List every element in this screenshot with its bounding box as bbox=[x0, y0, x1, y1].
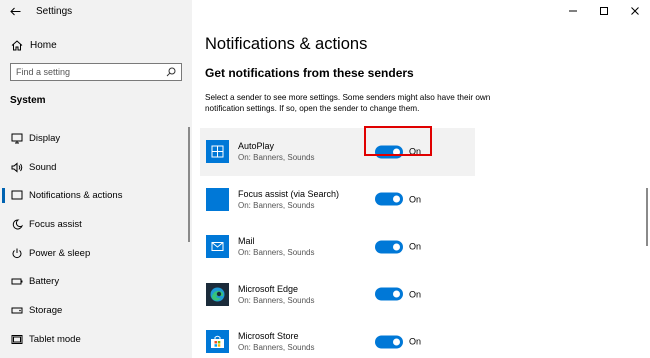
sender-status: On: Banners, Sounds bbox=[238, 343, 315, 353]
sender-name: Microsoft Store bbox=[238, 331, 299, 342]
toggle-knob bbox=[393, 243, 400, 251]
battery-icon bbox=[10, 276, 24, 287]
toggle-knob bbox=[393, 290, 400, 298]
toggle-switch[interactable]: On bbox=[375, 192, 422, 206]
tablet-icon bbox=[10, 334, 24, 345]
sidebar-item-tablet-mode[interactable]: Tablet mode bbox=[0, 325, 192, 354]
sender-status: On: Banners, Sounds bbox=[238, 295, 315, 305]
sidebar-item-battery[interactable]: Battery bbox=[0, 267, 192, 296]
page-title: Notifications & actions bbox=[205, 35, 368, 53]
sidebar-item-notifications[interactable]: Notifications & actions bbox=[0, 181, 192, 210]
search-icon bbox=[166, 67, 176, 77]
sidebar-item-label: Notifications & actions bbox=[29, 190, 123, 202]
sidebar-item-sound[interactable]: Sound bbox=[0, 153, 192, 182]
sidebar-item-focus-assist[interactable]: Focus assist bbox=[0, 210, 192, 239]
sender-name: Microsoft Edge bbox=[238, 283, 299, 294]
toggle-track[interactable] bbox=[375, 192, 403, 206]
maximize-icon bbox=[599, 7, 608, 15]
sidebar: Settings Home System Display Sound bbox=[0, 0, 192, 358]
back-arrow-icon bbox=[9, 7, 20, 15]
toggle-switch[interactable]: On bbox=[375, 287, 422, 301]
close-button[interactable] bbox=[619, 0, 650, 22]
sidebar-scrollbar[interactable] bbox=[188, 127, 190, 242]
sidebar-item-display[interactable]: Display bbox=[0, 124, 192, 153]
search-input[interactable] bbox=[16, 67, 156, 77]
close-icon bbox=[630, 7, 639, 15]
home-label: Home bbox=[30, 39, 57, 51]
sidebar-item-power-sleep[interactable]: Power & sleep bbox=[0, 239, 192, 268]
sender-row-store[interactable]: Microsoft Store On: Banners, Sounds On bbox=[200, 318, 475, 358]
search-box[interactable] bbox=[10, 63, 182, 81]
toggle-label: On bbox=[409, 289, 422, 300]
sender-name: AutoPlay bbox=[238, 141, 275, 152]
minimize-icon bbox=[568, 10, 577, 12]
home-nav-item[interactable]: Home bbox=[0, 36, 192, 54]
sidebar-item-label: Tablet mode bbox=[29, 333, 81, 345]
toggle-track[interactable] bbox=[375, 287, 403, 301]
toggle-knob bbox=[393, 338, 400, 346]
maximize-button[interactable] bbox=[588, 0, 619, 22]
section-heading: Get notifications from these senders bbox=[205, 66, 414, 80]
toggle-switch[interactable]: On bbox=[375, 335, 422, 349]
storage-icon bbox=[10, 305, 24, 316]
moon-icon bbox=[10, 219, 24, 230]
power-icon bbox=[10, 248, 24, 259]
sender-row-autoplay[interactable]: AutoPlay On: Banners, Sounds On bbox=[200, 128, 475, 176]
blank-app-icon bbox=[206, 187, 229, 211]
main-scrollbar[interactable] bbox=[646, 188, 648, 246]
toggle-track[interactable] bbox=[375, 240, 403, 254]
sidebar-item-label: Power & sleep bbox=[29, 247, 91, 259]
autoplay-icon bbox=[206, 140, 229, 164]
notification-icon bbox=[10, 190, 24, 201]
back-button[interactable] bbox=[0, 0, 30, 22]
sender-status: On: Banners, Sounds bbox=[238, 248, 315, 258]
mail-icon bbox=[206, 235, 229, 259]
edge-icon bbox=[206, 282, 229, 306]
sidebar-item-label: Battery bbox=[29, 276, 60, 288]
sender-name: Mail bbox=[238, 236, 255, 247]
speaker-icon bbox=[10, 161, 24, 173]
sender-status: On: Banners, Sounds bbox=[238, 200, 315, 210]
sidebar-item-label: Sound bbox=[29, 161, 57, 173]
toggle-switch[interactable]: On bbox=[375, 240, 422, 254]
title-bar: Settings bbox=[0, 0, 192, 22]
minimize-button[interactable] bbox=[557, 0, 588, 22]
section-label: System bbox=[10, 95, 46, 106]
sidebar-nav: Display Sound Notifications & actions Fo… bbox=[0, 124, 192, 354]
sender-list: AutoPlay On: Banners, Sounds On Focus as… bbox=[200, 128, 475, 358]
toggle-label: On bbox=[409, 336, 422, 347]
toggle-track[interactable] bbox=[375, 335, 403, 349]
sender-status: On: Banners, Sounds bbox=[238, 153, 315, 163]
sender-row-mail[interactable]: Mail On: Banners, Sounds On bbox=[200, 223, 475, 271]
sender-row-edge[interactable]: Microsoft Edge On: Banners, Sounds On bbox=[200, 271, 475, 319]
sender-name: Focus assist (via Search) bbox=[238, 188, 340, 199]
sidebar-item-label: Focus assist bbox=[29, 218, 82, 230]
window-controls bbox=[557, 0, 650, 22]
sidebar-item-label: Storage bbox=[29, 304, 63, 316]
toggle-label: On bbox=[409, 241, 422, 252]
home-icon bbox=[10, 39, 24, 51]
toggle-knob bbox=[393, 195, 400, 203]
sidebar-item-storage[interactable]: Storage bbox=[0, 296, 192, 325]
description-text: Select a sender to see more settings. So… bbox=[205, 93, 491, 113]
sender-row-focus-assist[interactable]: Focus assist (via Search) On: Banners, S… bbox=[200, 176, 475, 224]
toggle-label: On bbox=[409, 194, 422, 205]
display-icon bbox=[10, 133, 24, 144]
highlight-annotation-box bbox=[364, 126, 432, 156]
sidebar-item-label: Display bbox=[29, 132, 61, 144]
app-title: Settings bbox=[36, 5, 73, 17]
store-icon bbox=[206, 330, 229, 354]
